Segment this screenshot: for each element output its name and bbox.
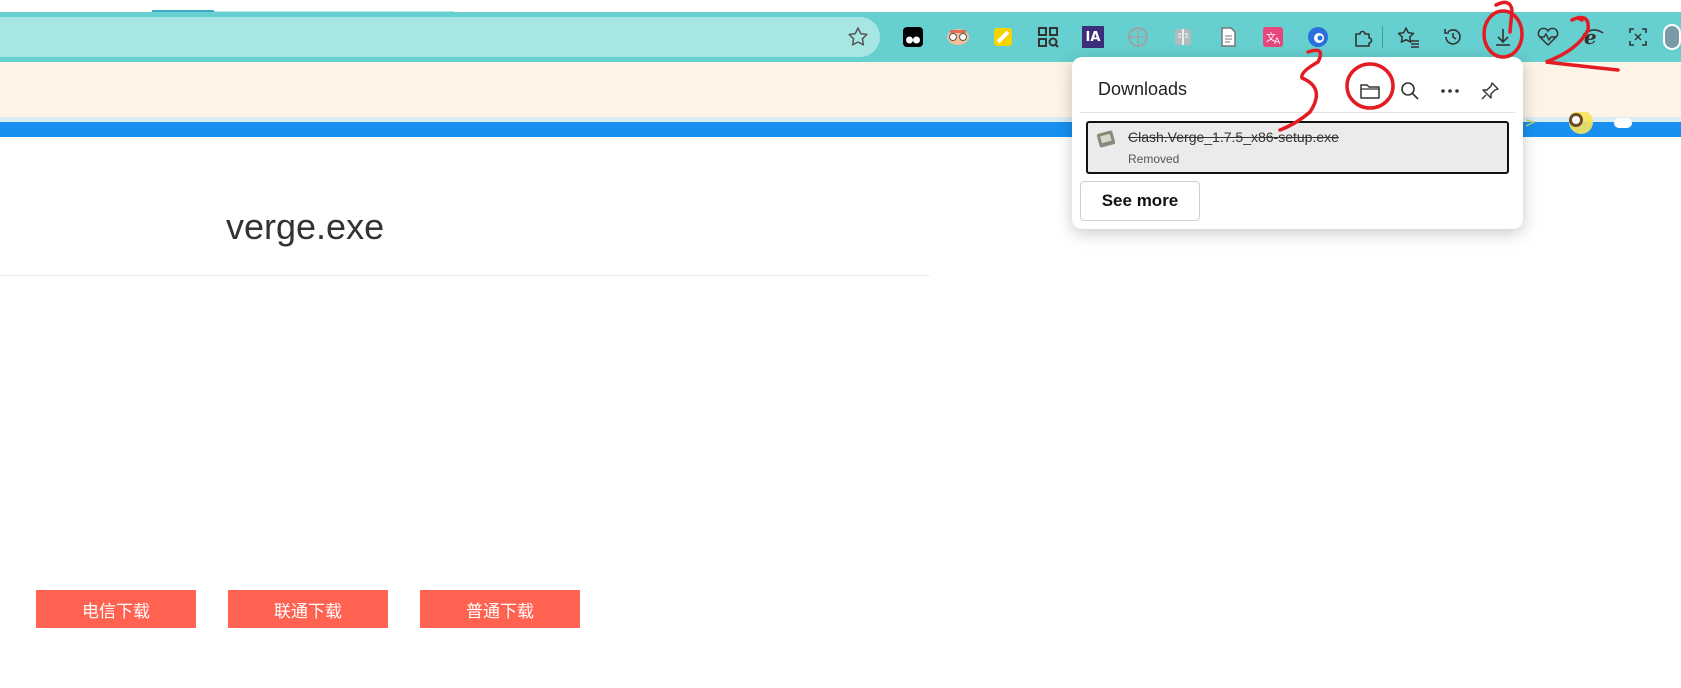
download-icon[interactable] <box>1488 22 1518 52</box>
address-bar[interactable] <box>0 17 880 57</box>
edge-ext-icon[interactable] <box>1303 22 1333 52</box>
pin-icon[interactable] <box>1474 75 1506 107</box>
see-more-button[interactable]: See more <box>1080 181 1200 221</box>
page-title: verge.exe <box>226 206 385 247</box>
translate-icon[interactable]: 文A <box>1258 22 1288 52</box>
document-icon[interactable] <box>1213 22 1243 52</box>
history-icon[interactable] <box>1438 22 1468 52</box>
download-filename: Clash.Verge_1.7.5_x86-setup.exe <box>1128 129 1339 145</box>
download-status: Removed <box>1128 152 1180 166</box>
downloads-panel: Downloads Clash.Verge_1.7.5_x86-setup.ex… <box>1072 57 1523 229</box>
mask-icon[interactable] <box>943 22 973 52</box>
extensions-puzzle-icon[interactable] <box>1348 22 1378 52</box>
title-divider <box>0 275 930 276</box>
screenshot-icon[interactable] <box>1623 22 1653 52</box>
downloads-header-separator <box>1080 112 1515 113</box>
tampermonkey-icon[interactable] <box>898 22 928 52</box>
favorites-icon[interactable] <box>1393 22 1423 52</box>
downloads-title: Downloads <box>1098 79 1188 99</box>
open-folder-icon[interactable] <box>1354 75 1386 107</box>
header-decoration <box>1525 110 1681 138</box>
profile-avatar-icon[interactable] <box>1663 22 1681 52</box>
file-exe-icon <box>1096 129 1118 149</box>
toolbar-separator <box>1378 22 1386 52</box>
unicom-download-button[interactable]: 联通下载 <box>228 590 388 628</box>
ie-mode-icon[interactable]: e <box>1578 22 1608 52</box>
download-item[interactable]: Clash.Verge_1.7.5_x86-setup.exe Removed <box>1086 121 1509 174</box>
search-icon[interactable] <box>1394 75 1426 107</box>
normal-download-button[interactable]: 普通下载 <box>420 590 580 628</box>
globe-icon[interactable] <box>1123 22 1153 52</box>
star-outline-icon[interactable] <box>846 25 870 49</box>
ia-icon[interactable]: IA <box>1078 22 1108 52</box>
sticky-note-icon[interactable] <box>988 22 1018 52</box>
qr-code-icon[interactable] <box>1033 22 1063 52</box>
tab-strip <box>0 0 1681 13</box>
more-icon[interactable] <box>1434 75 1466 107</box>
ia-icon-label: IA <box>1082 26 1104 48</box>
telecom-download-button[interactable]: 电信下载 <box>36 590 196 628</box>
svg-text:A: A <box>1274 37 1281 47</box>
health-icon[interactable] <box>1533 22 1563 52</box>
reader-icon[interactable] <box>1168 22 1198 52</box>
